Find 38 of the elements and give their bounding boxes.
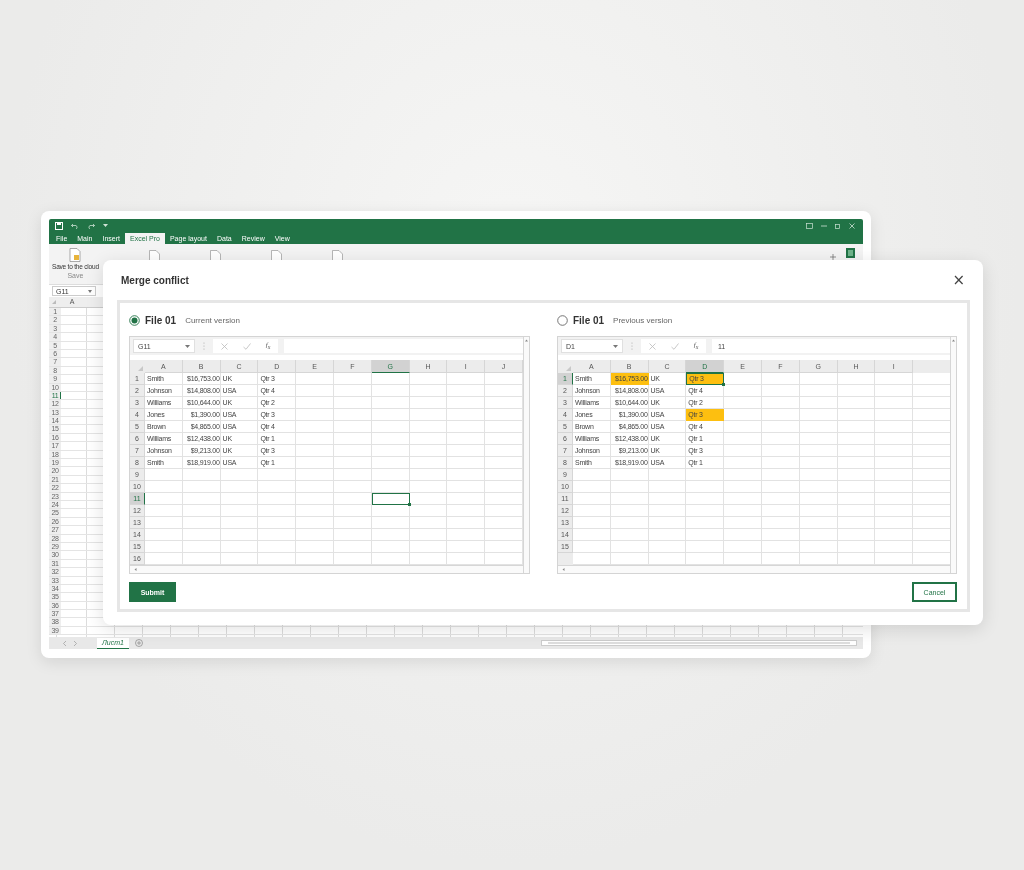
scroll-up-icon[interactable] <box>523 338 529 343</box>
file-name: File 01 <box>572 314 605 326</box>
sheet-icon[interactable] <box>846 248 855 258</box>
caret-icon <box>612 344 618 348</box>
radio-button[interactable] <box>129 314 140 326</box>
file-name: File 01 <box>145 314 177 326</box>
redo-icon[interactable] <box>87 223 95 229</box>
dialog-title: Merge conflict <box>121 274 189 286</box>
formula-field[interactable] <box>284 339 523 353</box>
close-icon[interactable] <box>849 223 855 229</box>
cancel-icon[interactable] <box>220 342 228 350</box>
scroll-left-icon[interactable] <box>560 567 566 572</box>
select-all-icon[interactable] <box>138 366 143 371</box>
version-label: Previous version <box>613 315 673 325</box>
undo-icon[interactable] <box>71 223 79 229</box>
scroll-up-icon[interactable] <box>951 338 956 343</box>
active-cell[interactable] <box>371 493 410 505</box>
cancel-icon[interactable] <box>648 342 656 350</box>
close-button[interactable]: × <box>950 273 967 287</box>
select-all-icon[interactable] <box>52 300 56 304</box>
ribbon-options-icon[interactable] <box>806 223 813 229</box>
add-sheet-icon[interactable] <box>134 639 143 647</box>
document-save-icon <box>69 248 82 262</box>
check-icon[interactable] <box>670 342 679 350</box>
select-all-icon[interactable] <box>565 366 571 371</box>
save-icon[interactable] <box>55 222 63 230</box>
caret-icon[interactable] <box>103 224 108 228</box>
restore-icon[interactable] <box>835 223 841 229</box>
next-sheet-icon[interactable] <box>73 640 77 646</box>
check-icon[interactable] <box>242 342 251 350</box>
version-label: Current version <box>185 315 240 325</box>
radio-button[interactable] <box>556 314 568 326</box>
previous-sheet-icon[interactable] <box>63 640 67 646</box>
plus-icon[interactable] <box>830 254 836 260</box>
caret-icon <box>185 344 190 348</box>
caret-icon <box>88 289 92 293</box>
scroll-left-icon[interactable] <box>133 567 138 572</box>
horizontal-scrollbar[interactable] <box>541 640 857 646</box>
